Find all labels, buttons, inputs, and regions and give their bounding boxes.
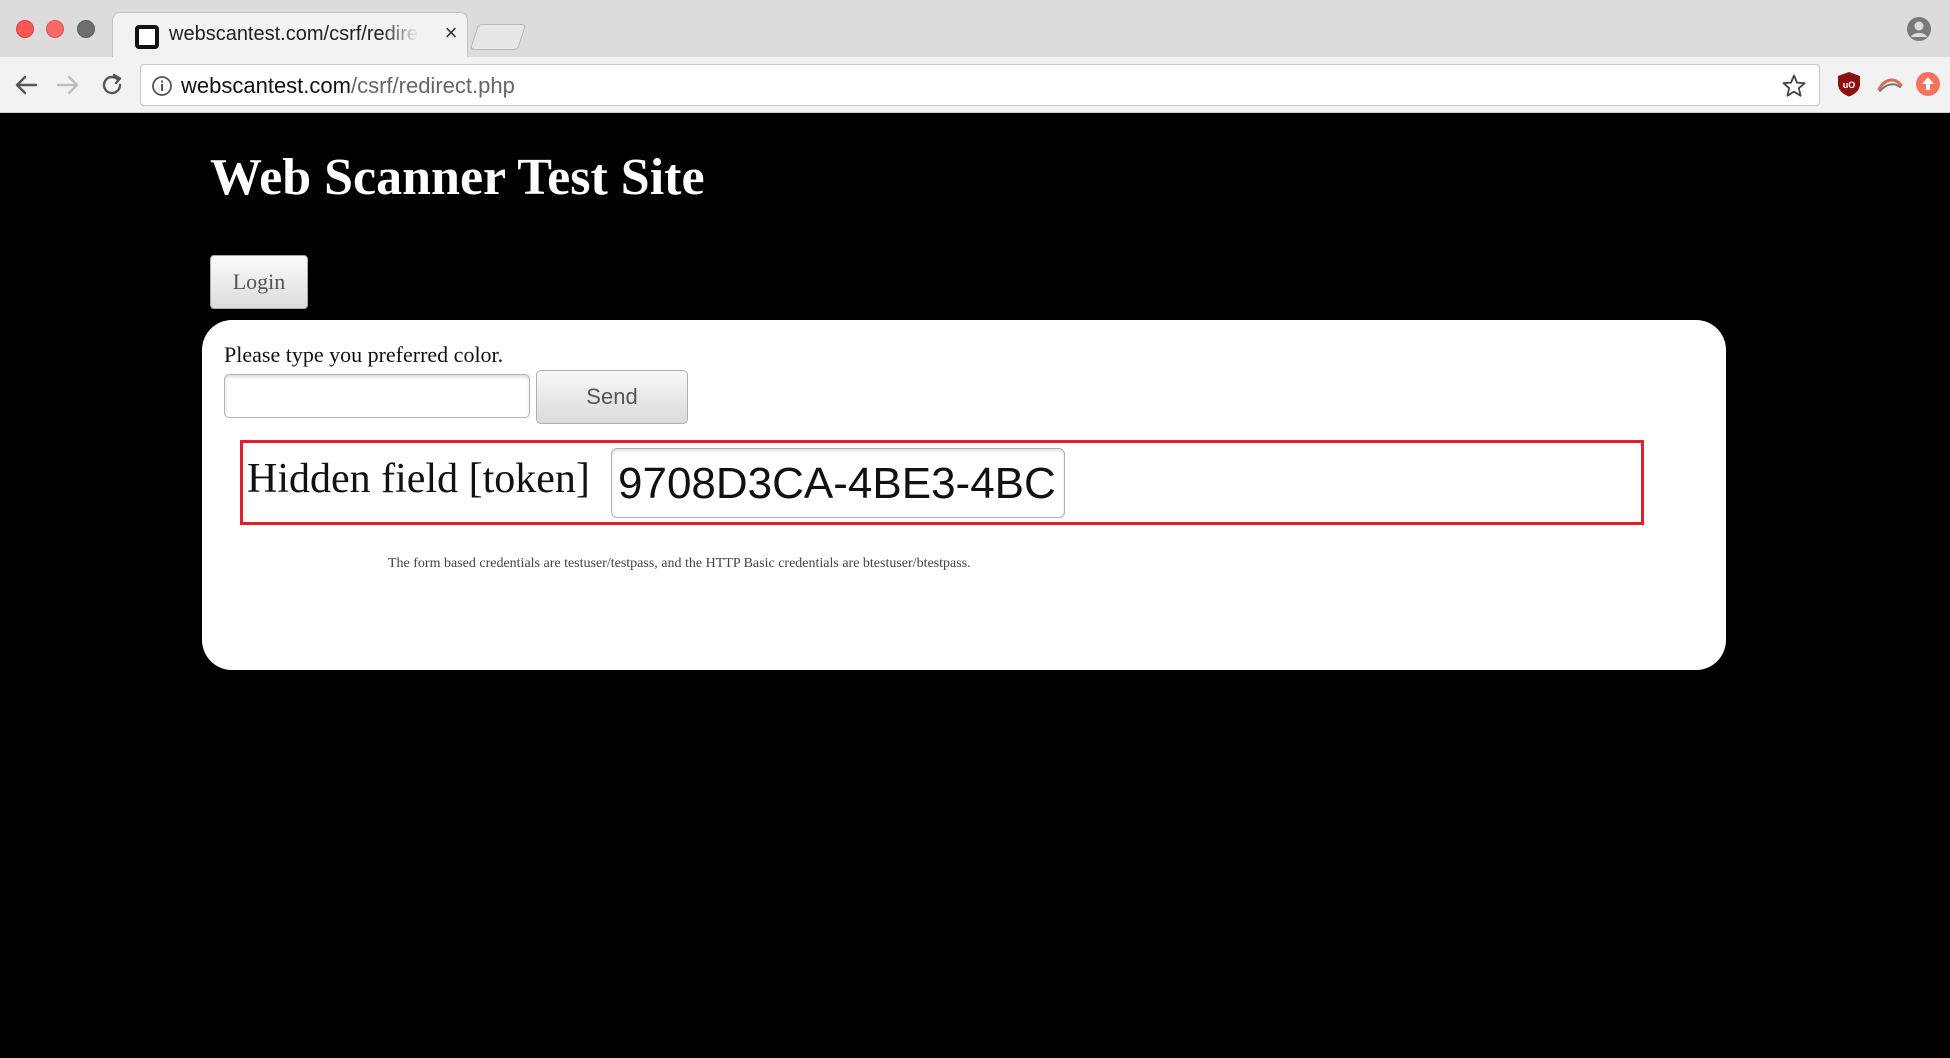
star-icon[interactable] <box>1781 73 1807 99</box>
new-tab-button[interactable] <box>469 24 527 50</box>
content-panel: Please type you preferred color. Send Hi… <box>202 320 1726 670</box>
address-bar[interactable]: webscantest.com/csrf/redirect.php <box>140 64 1820 106</box>
hidden-field-highlight: Hidden field [token] 9708D3CA-4BE3-4BC <box>240 440 1644 525</box>
person-icon[interactable] <box>1906 16 1932 42</box>
ublock-origin-icon[interactable]: uO <box>1835 70 1863 98</box>
site-title: Web Scanner Test Site <box>210 149 705 206</box>
svg-text:uO: uO <box>1843 80 1856 90</box>
reload-icon[interactable] <box>96 69 128 101</box>
tab-close-icon[interactable]: × <box>439 21 463 45</box>
hidden-field-label: Hidden field [token] <box>247 456 590 502</box>
browser-tab-active[interactable]: webscantest.com/csrf/redirect.php × <box>112 12 468 58</box>
arrow-left-icon[interactable] <box>10 69 42 101</box>
arrow-right-icon[interactable] <box>52 69 84 101</box>
square-favicon-icon <box>135 25 159 49</box>
swoosh-extension-icon[interactable] <box>1876 70 1904 98</box>
color-prompt: Please type you preferred color. <box>224 342 504 367</box>
credentials-note: The form based credentials are testuser/… <box>388 556 971 571</box>
tab-title: webscantest.com/csrf/redirect.php <box>169 23 419 45</box>
minimize-window-button[interactable] <box>46 20 64 38</box>
tab-strip: webscantest.com/csrf/redirect.php × <box>0 0 1950 58</box>
url-text: webscantest.com/csrf/redirect.php <box>181 73 515 99</box>
close-window-button[interactable] <box>16 20 34 38</box>
browser-toolbar: webscantest.com/csrf/redirect.php <box>0 57 1950 113</box>
send-button[interactable]: Send <box>536 370 688 424</box>
orange-upload-extension-icon[interactable] <box>1914 70 1942 98</box>
info-icon[interactable] <box>151 75 173 97</box>
zoom-window-button[interactable] <box>77 20 95 38</box>
url-path: /csrf/redirect.php <box>350 73 515 98</box>
login-button[interactable]: Login <box>210 255 308 309</box>
url-host: webscantest.com <box>181 73 351 98</box>
color-input[interactable] <box>224 374 530 418</box>
token-input[interactable]: 9708D3CA-4BE3-4BC <box>611 448 1065 518</box>
token-value: 9708D3CA-4BE3-4BC <box>618 459 1056 508</box>
